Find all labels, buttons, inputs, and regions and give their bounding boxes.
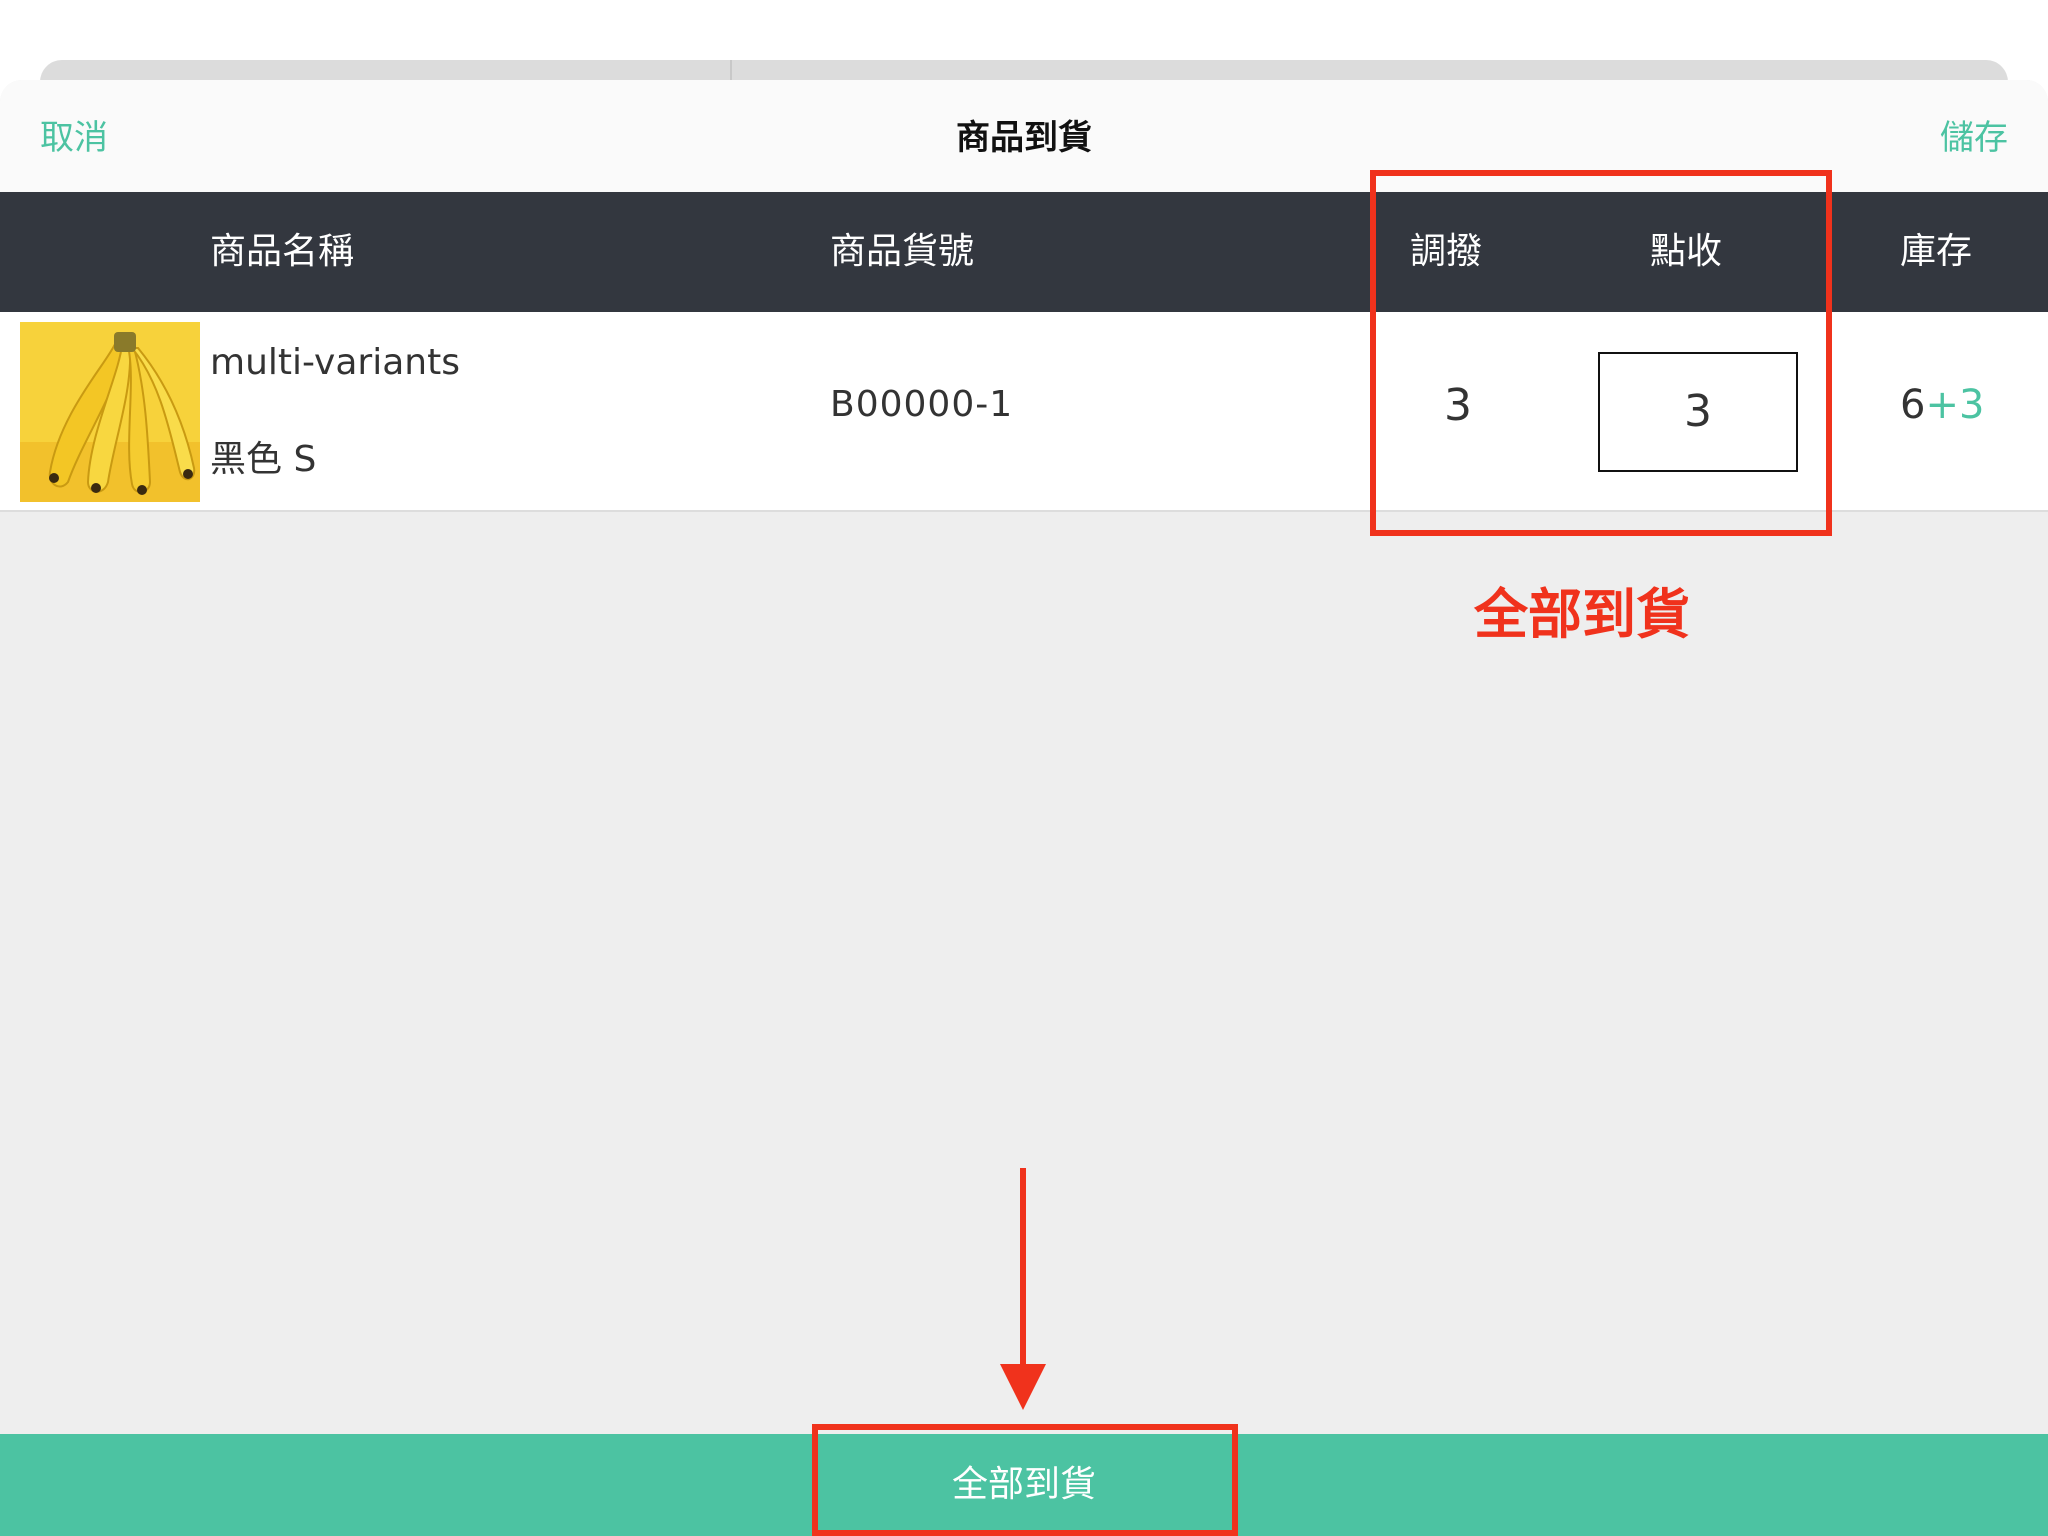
- stock-delta: +3: [1925, 382, 1985, 428]
- save-button[interactable]: 儲存: [1940, 110, 2008, 159]
- column-header-stock: 庫存: [1900, 231, 1973, 272]
- annotation-highlight-columns: [1370, 170, 1832, 536]
- stock-quantity: 6+3: [1900, 382, 1984, 428]
- product-sku: B00000-1: [830, 384, 1014, 425]
- column-header-name: 商品名稱: [210, 231, 355, 272]
- page-title: 商品到貨: [956, 118, 1092, 158]
- banana-icon: [20, 322, 200, 502]
- stock-base: 6: [1900, 382, 1926, 428]
- column-header-sku: 商品貨號: [830, 231, 975, 272]
- screen: 取消 商品到貨 儲存 商品名稱 商品貨號 調撥 點收 庫存 multi-vari…: [0, 0, 2048, 1536]
- product-name: multi-variants: [210, 342, 460, 383]
- annotation-label: 全部到貨: [1474, 583, 1690, 646]
- arrow-down-icon: [1000, 1168, 1046, 1410]
- product-variant: 黑色 S: [210, 439, 317, 480]
- product-image: [20, 322, 200, 502]
- annotation-highlight-button: [812, 1424, 1238, 1536]
